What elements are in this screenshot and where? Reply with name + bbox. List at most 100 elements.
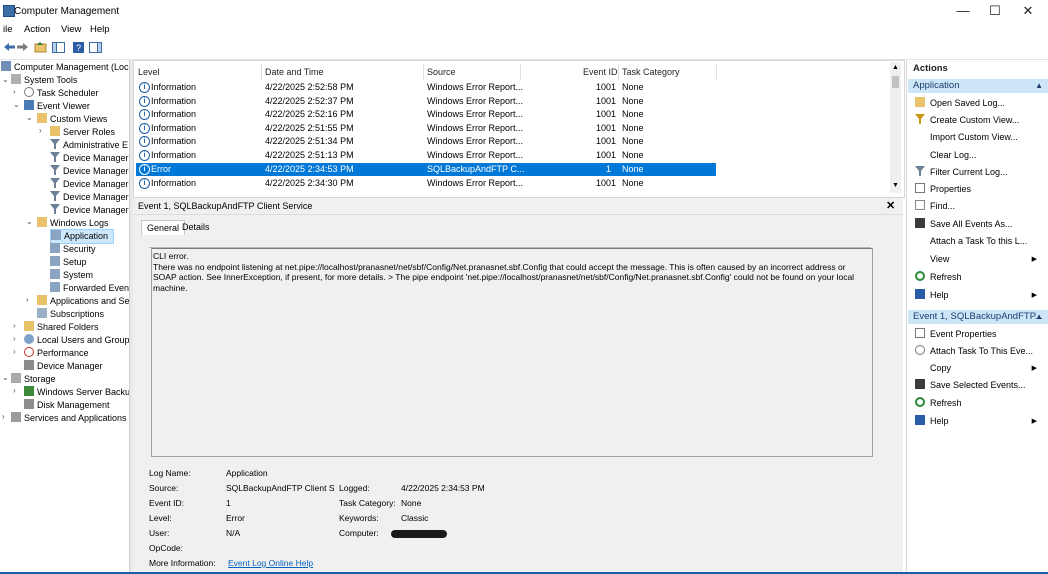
action-refresh-event[interactable]: Refresh xyxy=(915,397,1041,410)
filter-icon xyxy=(50,152,60,162)
tree-item-device-manager-view[interactable]: Device Manager xyxy=(50,152,129,165)
actions-section-application[interactable]: Application ▲ xyxy=(908,79,1048,93)
tree-item-local-users-groups[interactable]: Local Users and Groups xyxy=(24,334,129,347)
action-refresh[interactable]: Refresh xyxy=(915,271,1041,284)
forward-icon[interactable] xyxy=(16,41,29,54)
action-copy[interactable]: Copy ▶ xyxy=(915,362,1041,375)
information-icon: i xyxy=(139,123,150,134)
help-icon[interactable]: ? xyxy=(72,41,85,54)
tab-details[interactable]: Details xyxy=(177,220,215,234)
tree-item-device-manager[interactable]: Device Manager xyxy=(24,360,103,373)
expand-arrow-icon[interactable]: › xyxy=(13,386,16,395)
tree-item-device-manager-view[interactable]: Device Manager xyxy=(50,178,129,191)
tree-item-forwarded-events[interactable]: Forwarded Event xyxy=(50,282,129,295)
events-scrollbar[interactable]: ▲ ▼ xyxy=(890,62,901,193)
tree-item-device-manager-view[interactable]: Device Manager xyxy=(50,191,129,204)
menu-file[interactable]: ile xyxy=(3,24,13,35)
action-clear-log[interactable]: Clear Log... xyxy=(915,149,1041,162)
action-help-event[interactable]: Help ▶ xyxy=(915,415,1041,428)
up-folder-icon[interactable] xyxy=(34,41,47,54)
action-open-saved-log[interactable]: Open Saved Log... xyxy=(915,97,1041,110)
action-find[interactable]: Find... xyxy=(915,200,1041,213)
close-button[interactable]: ✕ xyxy=(1013,3,1043,19)
back-icon[interactable] xyxy=(3,41,16,54)
tree-item-shared-folders[interactable]: Shared Folders xyxy=(24,321,99,334)
menu-action[interactable]: Action xyxy=(24,24,50,35)
column-header-event-id[interactable]: Event ID xyxy=(583,67,618,77)
tree-item-device-manager-view[interactable]: Device Manager xyxy=(50,165,129,178)
menu-view[interactable]: View xyxy=(61,24,81,35)
tree-item-storage[interactable]: Storage xyxy=(11,373,56,386)
tree-item-event-viewer[interactable]: Event Viewer xyxy=(24,100,90,113)
tree-item-system[interactable]: System xyxy=(50,269,93,282)
scroll-down-icon[interactable]: ▼ xyxy=(892,182,899,189)
collapse-arrow-icon[interactable]: ⌄ xyxy=(2,75,9,84)
action-save-all-events[interactable]: Save All Events As... xyxy=(915,218,1041,231)
tree-item-custom-views[interactable]: Custom Views xyxy=(37,113,107,126)
tree-item-server-roles[interactable]: Server Roles xyxy=(50,126,115,139)
collapse-arrow-icon[interactable]: ⌄ xyxy=(2,373,9,382)
collapse-arrow-icon[interactable]: ⌄ xyxy=(26,217,33,226)
column-header-source[interactable]: Source xyxy=(427,67,456,77)
event-message-box[interactable]: CLI error. There was no endpoint listeni… xyxy=(151,248,873,457)
expand-arrow-icon[interactable]: › xyxy=(13,321,16,330)
tree-item-services-applications[interactable]: Services and Applications xyxy=(11,412,127,425)
expand-arrow-icon[interactable]: › xyxy=(13,87,16,96)
action-view[interactable]: View ▶ xyxy=(915,253,1041,266)
collapse-up-icon[interactable]: ▲ xyxy=(1035,79,1043,93)
tree-item-device-manager-view[interactable]: Device Manager xyxy=(50,204,129,217)
action-properties[interactable]: Properties xyxy=(915,183,1041,196)
tree-item-application[interactable]: Application xyxy=(50,229,114,244)
event-log-online-help-link[interactable]: Event Log Online Help xyxy=(228,558,313,568)
column-header-level[interactable]: Level xyxy=(138,67,160,77)
collapse-arrow-icon[interactable]: ⌄ xyxy=(13,100,20,109)
table-row[interactable]: i Information 4/22/2025 2:51:55 PM Windo… xyxy=(136,122,716,135)
expand-arrow-icon[interactable]: › xyxy=(2,412,5,421)
table-row[interactable]: i Information 4/22/2025 2:52:16 PM Windo… xyxy=(136,108,716,121)
tree-item-disk-management[interactable]: Disk Management xyxy=(24,399,110,412)
collapse-arrow-icon[interactable]: ⌄ xyxy=(26,113,33,122)
action-filter-current-log[interactable]: Filter Current Log... xyxy=(915,166,1041,179)
action-event-properties[interactable]: Event Properties xyxy=(915,328,1041,341)
table-row[interactable]: i Information 4/22/2025 2:51:13 PM Windo… xyxy=(136,149,716,162)
table-row[interactable]: i Information 4/22/2025 2:52:37 PM Windo… xyxy=(136,95,716,108)
tree-item-applications-services-logs[interactable]: Applications and Se xyxy=(37,295,129,308)
table-row[interactable]: i Information 4/22/2025 2:51:34 PM Windo… xyxy=(136,135,716,148)
action-attach-task-to-event[interactable]: Attach Task To This Eve... xyxy=(915,345,1041,358)
maximize-button[interactable]: ☐ xyxy=(980,3,1010,19)
action-save-selected-events[interactable]: Save Selected Events... xyxy=(915,379,1041,392)
level-label: Level: xyxy=(149,513,172,523)
close-detail-icon[interactable]: ✕ xyxy=(886,199,895,212)
actions-section-event[interactable]: Event 1, SQLBackupAndFTP... ▲ xyxy=(908,310,1048,324)
collapse-up-icon[interactable]: ▲ xyxy=(1035,310,1043,324)
action-import-custom-view[interactable]: Import Custom View... xyxy=(915,131,1041,144)
tree-item-security[interactable]: Security xyxy=(50,243,96,256)
menu-help[interactable]: Help xyxy=(90,24,110,35)
scroll-thumb[interactable] xyxy=(892,76,899,88)
tree-item-windows-server-backup[interactable]: Windows Server Backup xyxy=(24,386,129,399)
expand-arrow-icon[interactable]: › xyxy=(39,126,42,135)
tree-item-task-scheduler[interactable]: Task Scheduler xyxy=(24,87,99,100)
tree-item-root[interactable]: Computer Management (Local xyxy=(1,61,129,74)
column-header-task-category[interactable]: Task Category xyxy=(622,67,680,77)
table-row[interactable]: i Information 4/22/2025 2:34:30 PM Windo… xyxy=(136,177,716,190)
tree-item-system-tools[interactable]: System Tools xyxy=(11,74,77,87)
tree-item-performance[interactable]: Performance xyxy=(24,347,89,360)
minimize-button[interactable]: — xyxy=(948,3,978,19)
show-hide-action-pane-icon[interactable] xyxy=(89,41,102,54)
action-create-custom-view[interactable]: Create Custom View... xyxy=(915,114,1041,127)
column-header-date-time[interactable]: Date and Time xyxy=(265,67,324,77)
show-hide-console-tree-icon[interactable] xyxy=(52,41,65,54)
action-help[interactable]: Help ▶ xyxy=(915,289,1041,302)
table-row-selected[interactable]: i Error 4/22/2025 2:34:53 PM SQLBackupAn… xyxy=(136,163,716,176)
expand-arrow-icon[interactable]: › xyxy=(26,295,29,304)
tree-item-setup[interactable]: Setup xyxy=(50,256,87,269)
action-attach-task-to-log[interactable]: Attach a Task To this L... xyxy=(915,235,1041,248)
tree-item-subscriptions[interactable]: Subscriptions xyxy=(37,308,104,321)
table-row[interactable]: i Information 4/22/2025 2:52:58 PM Windo… xyxy=(136,81,716,94)
expand-arrow-icon[interactable]: › xyxy=(13,334,16,343)
scroll-up-icon[interactable]: ▲ xyxy=(892,64,899,71)
action-label: Help xyxy=(930,290,949,300)
expand-arrow-icon[interactable]: › xyxy=(13,347,16,356)
tree-item-administrative-events[interactable]: Administrative E xyxy=(50,139,128,152)
